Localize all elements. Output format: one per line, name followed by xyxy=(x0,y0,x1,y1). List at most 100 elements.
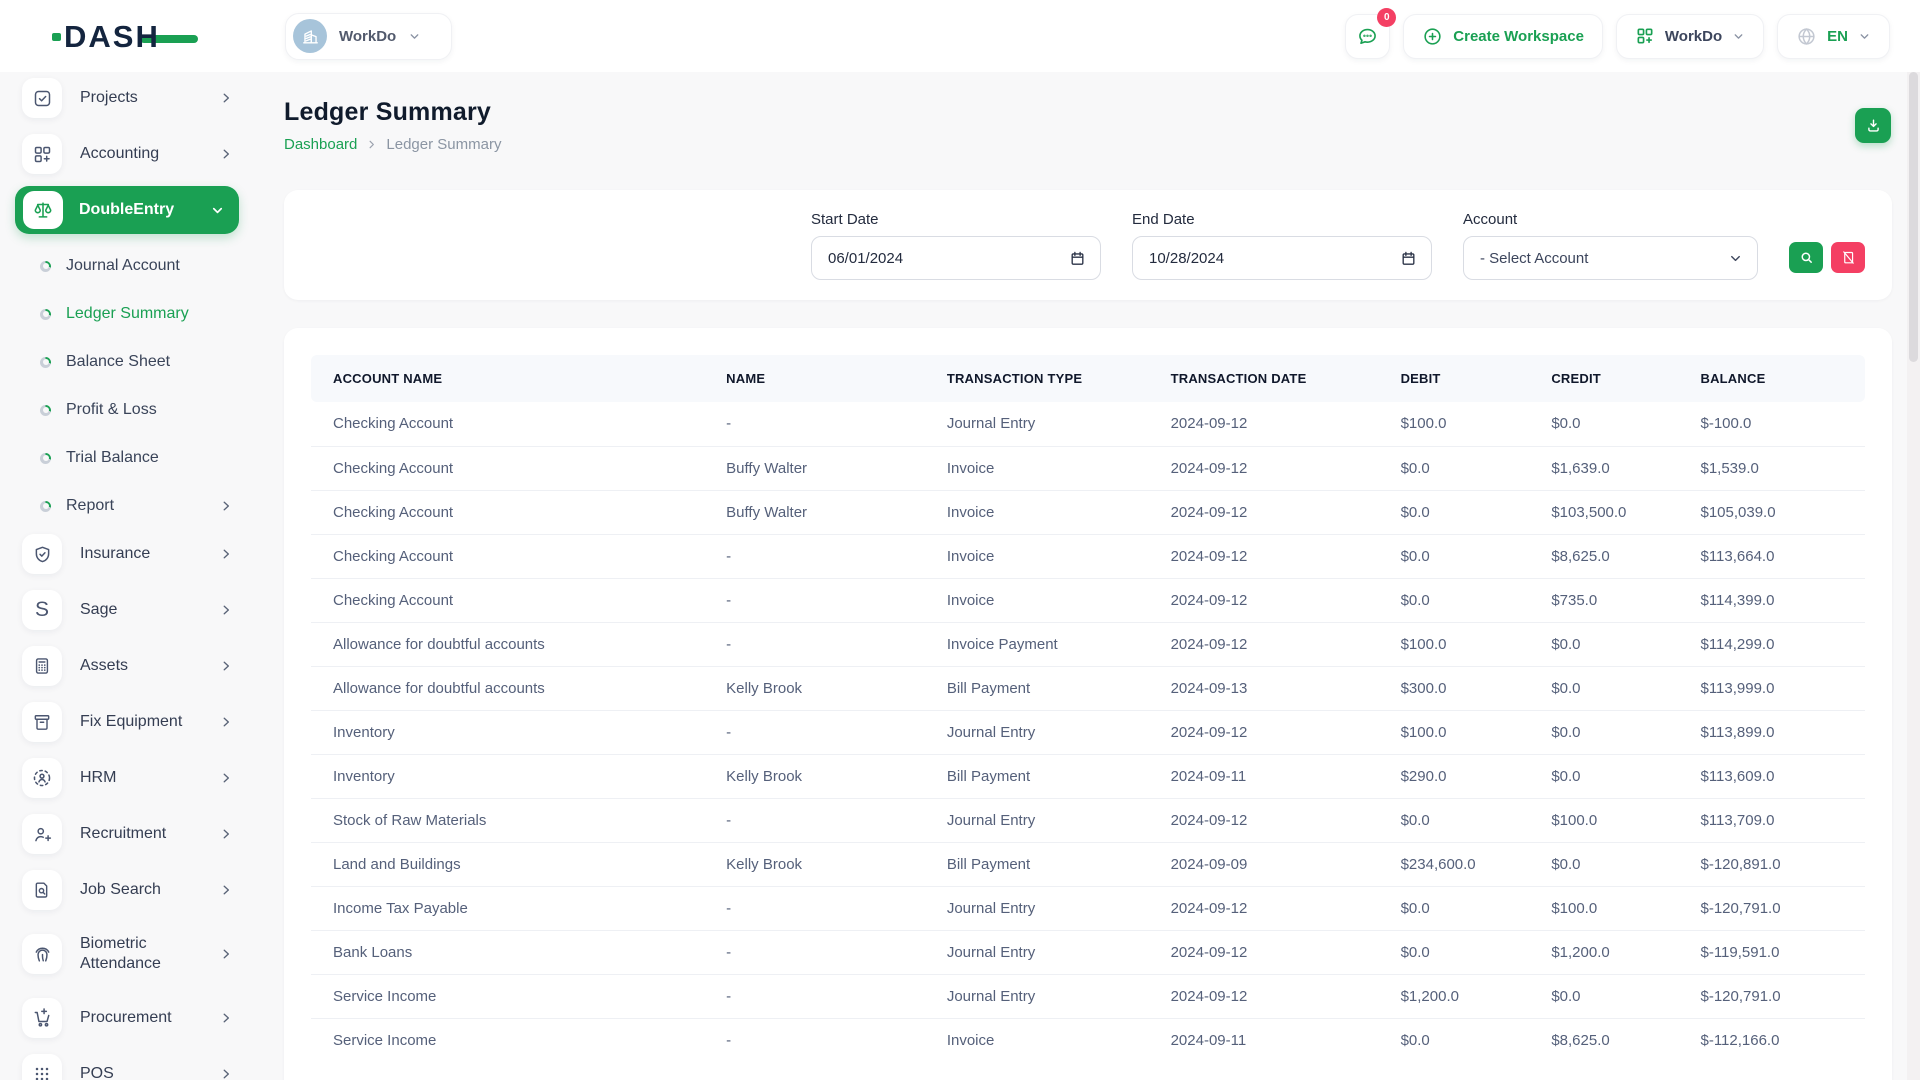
sidebar-item-doubleentry[interactable]: DoubleEntry xyxy=(15,186,239,234)
ledger-table-card: ACCOUNT NAMENAMETRANSACTION TYPETRANSACT… xyxy=(284,328,1892,1080)
table-cell: $0.0 xyxy=(1379,886,1530,930)
download-button[interactable] xyxy=(1855,108,1891,143)
bullet-icon xyxy=(40,501,51,512)
sidebar-item-pos[interactable]: POS xyxy=(0,1050,247,1080)
start-date-input[interactable]: 06/01/2024 xyxy=(811,236,1101,280)
sidebar-item-label: Insurance xyxy=(80,544,219,564)
table-cell: Buffy Walter xyxy=(704,490,925,534)
sidebar-subitem-ledger-summary[interactable]: Ledger Summary xyxy=(0,290,257,338)
sidebar-subitem-profit-loss[interactable]: Profit & Loss xyxy=(0,386,257,434)
table-row: Allowance for doubtful accounts-Invoice … xyxy=(311,622,1865,666)
table-cell: 2024-09-12 xyxy=(1149,578,1379,622)
account-select[interactable]: - Select Account xyxy=(1463,236,1758,280)
end-date-value: 10/28/2024 xyxy=(1149,250,1400,267)
bullet-icon xyxy=(40,357,51,368)
workdo-menu-button[interactable]: WorkDo xyxy=(1616,14,1764,59)
sidebar-item-recruitment[interactable]: Recruitment xyxy=(0,810,247,858)
language-label: EN xyxy=(1827,28,1848,45)
table-cell: $1,200.0 xyxy=(1529,930,1678,974)
chevron-right-icon xyxy=(219,91,233,105)
breadcrumb: Dashboard Ledger Summary xyxy=(284,136,1892,153)
create-workspace-button[interactable]: Create Workspace xyxy=(1403,14,1603,59)
table-cell: $300.0 xyxy=(1379,666,1530,710)
sidebar-item-label: DoubleEntry xyxy=(79,200,210,220)
sidebar-item-job-search[interactable]: Job Search xyxy=(0,866,247,914)
table-cell: Income Tax Payable xyxy=(311,886,704,930)
messages-button[interactable]: 0 xyxy=(1345,14,1390,59)
start-date-field: Start Date 06/01/2024 xyxy=(811,211,1101,280)
table-cell: $0.0 xyxy=(1379,490,1530,534)
start-date-value: 06/01/2024 xyxy=(828,250,1069,267)
table-row: Checking Account-Invoice2024-09-12$0.0$7… xyxy=(311,578,1865,622)
chevron-down-icon xyxy=(1858,30,1871,43)
table-cell: Invoice Payment xyxy=(925,622,1149,666)
sidebar-item-sage[interactable]: SSage xyxy=(0,586,247,634)
table-cell: - xyxy=(704,974,925,1018)
calendar-icon[interactable] xyxy=(1069,250,1086,267)
search-button[interactable] xyxy=(1789,242,1823,273)
table-cell: $0.0 xyxy=(1529,974,1678,1018)
table-cell: Journal Entry xyxy=(925,974,1149,1018)
table-cell: 2024-09-12 xyxy=(1149,930,1379,974)
table-cell: $-100.0 xyxy=(1678,402,1865,446)
table-cell: $100.0 xyxy=(1379,402,1530,446)
account-label: Account xyxy=(1463,211,1758,228)
sidebar-subitem-report[interactable]: Report xyxy=(0,482,257,530)
dots-grid-icon xyxy=(22,1054,62,1080)
sidebar-item-insurance[interactable]: Insurance xyxy=(0,530,247,578)
sidebar-subitem-label: Profit & Loss xyxy=(66,401,257,419)
table-cell: $114,399.0 xyxy=(1678,578,1865,622)
sidebar-item-label: Sage xyxy=(80,600,219,620)
table-cell: Journal Entry xyxy=(925,886,1149,930)
calendar-icon[interactable] xyxy=(1400,250,1417,267)
sidebar-item-accounting[interactable]: Accounting xyxy=(0,130,247,178)
table-cell: Buffy Walter xyxy=(704,446,925,490)
sidebar-subitem-label: Trial Balance xyxy=(66,449,257,467)
table-cell: 2024-09-12 xyxy=(1149,974,1379,1018)
checkbox-icon xyxy=(22,78,62,118)
table-cell: 2024-09-12 xyxy=(1149,622,1379,666)
grid-plus-icon xyxy=(1635,26,1655,46)
table-cell: Invoice xyxy=(925,1018,1149,1062)
breadcrumb-dashboard-link[interactable]: Dashboard xyxy=(284,136,357,153)
table-cell: $0.0 xyxy=(1379,1018,1530,1062)
scrollbar-thumb[interactable] xyxy=(1909,72,1918,362)
table-row: Land and BuildingsKelly BrookBill Paymen… xyxy=(311,842,1865,886)
chevron-right-icon xyxy=(219,659,233,673)
table-cell: Journal Entry xyxy=(925,710,1149,754)
end-date-input[interactable]: 10/28/2024 xyxy=(1132,236,1432,280)
table-cell: $113,664.0 xyxy=(1678,534,1865,578)
sidebar-item-label: Procurement xyxy=(80,1008,219,1028)
table-cell: Journal Entry xyxy=(925,402,1149,446)
workspace-selector[interactable]: WorkDo xyxy=(285,13,452,60)
sidebar-item-fix-equipment[interactable]: Fix Equipment xyxy=(0,698,247,746)
sidebar-item-biometric-attendance[interactable]: Biometric Attendance xyxy=(0,922,247,986)
sidebar-item-procurement[interactable]: Procurement xyxy=(0,994,247,1042)
create-workspace-label: Create Workspace xyxy=(1453,28,1584,45)
language-selector[interactable]: EN xyxy=(1777,14,1890,59)
bullet-icon xyxy=(40,453,51,464)
sidebar-subitem-label: Report xyxy=(66,497,219,515)
table-row: InventoryKelly BrookBill Payment2024-09-… xyxy=(311,754,1865,798)
table-cell: $100.0 xyxy=(1379,710,1530,754)
table-cell: Checking Account xyxy=(311,402,704,446)
table-cell: - xyxy=(704,798,925,842)
chevron-right-icon xyxy=(219,603,233,617)
sidebar-item-projects[interactable]: Projects xyxy=(0,74,247,122)
sidebar-subitem-journal-account[interactable]: Journal Account xyxy=(0,242,257,290)
sidebar-item-assets[interactable]: Assets xyxy=(0,642,247,690)
sidebar-item-hrm[interactable]: HRM xyxy=(0,754,247,802)
chevron-down-icon xyxy=(210,203,225,218)
end-date-field: End Date 10/28/2024 xyxy=(1132,211,1432,280)
table-cell: - xyxy=(704,534,925,578)
chevron-right-icon xyxy=(366,139,377,150)
reset-filter-button[interactable] xyxy=(1831,242,1865,273)
sidebar-subitem-trial-balance[interactable]: Trial Balance xyxy=(0,434,257,482)
table-cell: 2024-09-09 xyxy=(1149,842,1379,886)
table-cell: 2024-09-12 xyxy=(1149,710,1379,754)
sidebar-subitem-balance-sheet[interactable]: Balance Sheet xyxy=(0,338,257,386)
download-icon xyxy=(1865,117,1882,134)
table-cell: Checking Account xyxy=(311,534,704,578)
table-cell: $113,899.0 xyxy=(1678,710,1865,754)
topbar: DASH WorkDo 0 Create W xyxy=(0,0,1920,72)
